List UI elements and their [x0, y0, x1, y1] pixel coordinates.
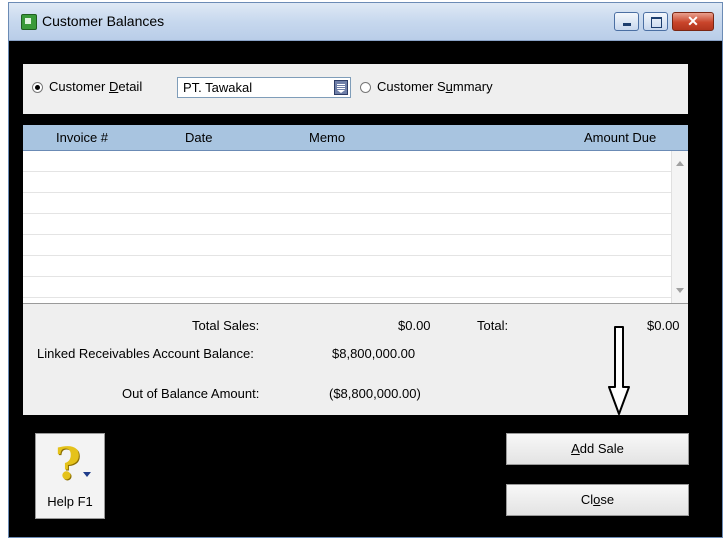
column-amount-due[interactable]: Amount Due — [584, 130, 656, 145]
title-bar: Customer Balances ✕ — [9, 3, 722, 41]
out-of-balance-value: ($8,800,000.00) — [329, 386, 421, 401]
linked-receivables-value: $8,800,000.00 — [332, 346, 416, 361]
app-icon — [21, 14, 37, 30]
column-invoice[interactable]: Invoice # — [56, 130, 108, 145]
table-row[interactable] — [23, 193, 671, 214]
maximize-button[interactable] — [643, 12, 668, 31]
out-of-balance-label: Out of Balance Amount: — [122, 386, 260, 401]
help-button-label: Help F1 — [47, 494, 93, 509]
add-sale-button[interactable]: Add Sale — [506, 433, 689, 465]
scroll-down-icon[interactable] — [676, 288, 684, 293]
column-memo[interactable]: Memo — [309, 130, 345, 145]
customer-selector-panel: Customer Detail PT. Tawakal Customer Sum… — [23, 64, 688, 114]
linked-receivables-label: Linked Receivables Account Balance: — [37, 346, 254, 361]
table-row[interactable] — [23, 214, 671, 235]
down-arrow-annotation — [608, 326, 630, 415]
total-label: Total: — [477, 318, 509, 333]
scroll-up-icon[interactable] — [676, 161, 684, 166]
close-icon: ✕ — [687, 13, 699, 29]
customer-select-value: PT. Tawakal — [183, 80, 253, 95]
dropdown-list-icon[interactable] — [334, 80, 348, 95]
total-sales-label: Total Sales: — [192, 318, 260, 333]
table-row[interactable] — [23, 172, 671, 193]
customer-summary-radio[interactable] — [360, 82, 371, 93]
help-button[interactable]: ? Help F1 — [35, 433, 105, 519]
table-row[interactable] — [23, 277, 671, 298]
total-sales-value: $0.00 — [398, 318, 431, 333]
table-row[interactable] — [23, 256, 671, 277]
customer-summary-label[interactable]: Customer Summary — [377, 79, 493, 94]
close-button[interactable]: Close — [506, 484, 689, 516]
minimize-button[interactable] — [614, 12, 639, 31]
total-value: $0.00 — [647, 318, 680, 333]
totals-panel: Total Sales: $0.00 Total: $0.00 Linked R… — [23, 303, 688, 415]
invoice-table: Invoice # Date Memo Amount Due — [23, 125, 688, 303]
table-scrollbar[interactable] — [671, 151, 688, 303]
window-title: Customer Balances — [42, 13, 165, 29]
table-header: Invoice # Date Memo Amount Due — [23, 125, 688, 151]
help-question-icon: ? — [55, 439, 81, 490]
table-body[interactable] — [23, 151, 671, 303]
table-row[interactable] — [23, 235, 671, 256]
customer-select[interactable]: PT. Tawakal — [177, 77, 351, 98]
chevron-down-icon — [83, 472, 91, 477]
customer-detail-label[interactable]: Customer Detail — [49, 79, 142, 94]
close-window-button[interactable]: ✕ — [672, 12, 714, 31]
customer-detail-radio[interactable] — [32, 82, 43, 93]
table-row[interactable] — [23, 151, 671, 172]
column-date[interactable]: Date — [185, 130, 212, 145]
